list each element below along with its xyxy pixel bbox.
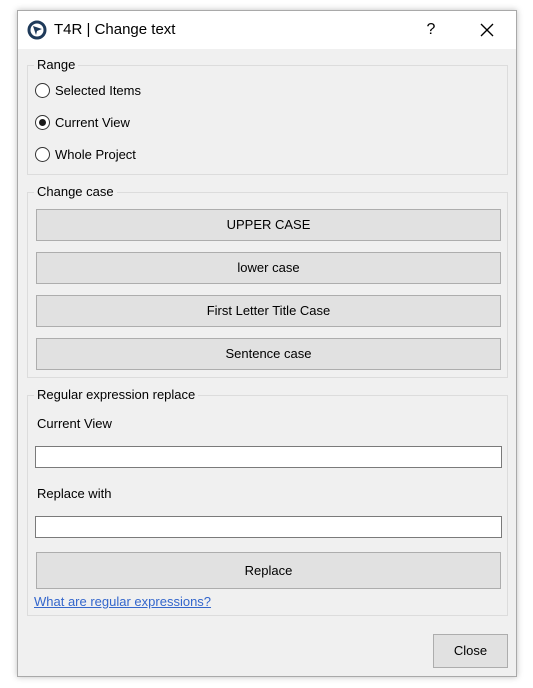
title-bar: T4R | Change text ? — [18, 11, 516, 49]
title-case-button[interactable]: First Letter Title Case — [36, 295, 501, 327]
help-button[interactable]: ? — [416, 15, 446, 45]
change-case-group: Change case UPPER CASE lower case First … — [27, 184, 508, 378]
radio-button[interactable] — [35, 114, 50, 130]
replace-input[interactable] — [35, 516, 502, 538]
app-logo-icon — [27, 20, 47, 40]
sentence-case-button[interactable]: Sentence case — [36, 338, 501, 370]
radio-label: Selected Items — [55, 82, 141, 98]
find-label: Current View — [37, 416, 112, 431]
upper-case-button[interactable]: UPPER CASE — [36, 209, 501, 241]
regex-help-link[interactable]: What are regular expressions? — [34, 594, 211, 609]
range-legend: Range — [34, 57, 79, 72]
radio-whole-project[interactable]: Whole Project — [35, 144, 136, 164]
radio-button[interactable] — [35, 82, 50, 98]
replace-label: Replace with — [37, 486, 112, 501]
regex-legend: Regular expression replace — [34, 387, 199, 402]
replace-button[interactable]: Replace — [36, 552, 501, 589]
find-input[interactable] — [35, 446, 502, 468]
radio-selected-items[interactable]: Selected Items — [35, 80, 141, 100]
radio-current-view[interactable]: Current View — [35, 112, 130, 132]
lower-case-button[interactable]: lower case — [36, 252, 501, 284]
regex-group: Regular expression replace Current View … — [27, 387, 508, 616]
range-group: Range Selected Items Current View Whole … — [27, 57, 508, 175]
close-window-button[interactable] — [472, 15, 502, 45]
change-text-dialog: T4R | Change text ? Range Selected Items… — [17, 10, 517, 677]
change-case-legend: Change case — [34, 184, 117, 199]
radio-button[interactable] — [35, 146, 50, 162]
radio-label: Current View — [55, 114, 130, 130]
close-icon — [480, 23, 494, 37]
close-button[interactable]: Close — [433, 634, 508, 668]
radio-label: Whole Project — [55, 146, 136, 162]
window-title: T4R | Change text — [54, 21, 176, 38]
